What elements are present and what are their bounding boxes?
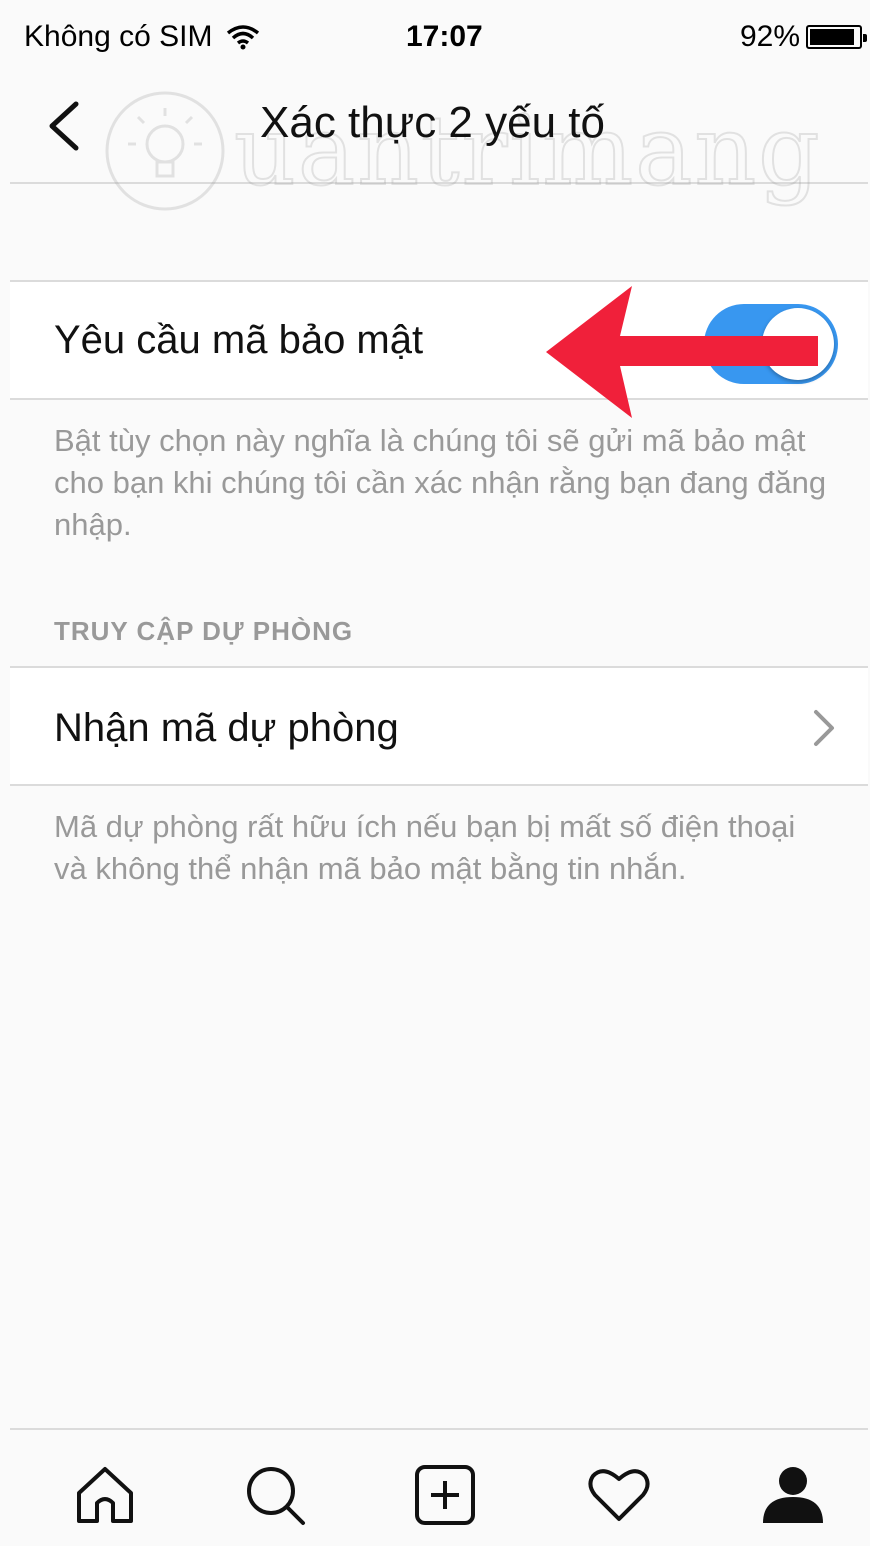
- add-post-icon: [415, 1465, 475, 1525]
- tab-home[interactable]: [70, 1460, 140, 1530]
- wifi-icon: [227, 25, 260, 50]
- battery-tip: [863, 34, 867, 42]
- battery-icon: [806, 25, 867, 49]
- app-screen: Không có SIM 17:07 92% uantrimang Xác th…: [10, 0, 868, 1546]
- section-spacer: [10, 184, 868, 282]
- status-bar: Không có SIM 17:07 92%: [10, 0, 868, 78]
- chevron-right-icon: [814, 710, 834, 746]
- tab-activity[interactable]: [584, 1460, 654, 1530]
- backup-codes-row[interactable]: Nhận mã dự phòng: [10, 666, 868, 786]
- security-code-label: Yêu cầu mã bảo mật: [54, 318, 424, 362]
- backup-codes-description: Mã dự phòng rất hữu ích nếu bạn bị mất s…: [54, 809, 796, 886]
- battery-group: 92%: [739, 20, 867, 54]
- backup-section-header: TRUY CẬP DỰ PHÒNG: [54, 616, 354, 646]
- red-arrow-annotation: [546, 286, 818, 418]
- tab-search[interactable]: [240, 1460, 310, 1530]
- battery-fill: [810, 29, 855, 45]
- search-icon: [247, 1467, 305, 1525]
- nav-bar: uantrimang Xác thực 2 yếu tố: [10, 78, 868, 211]
- backup-codes-label: Nhận mã dự phòng: [54, 706, 399, 750]
- carrier-label: Không có SIM: [24, 20, 213, 53]
- security-code-description: Bật tùy chọn này nghĩa là chúng tôi sẽ g…: [54, 423, 827, 542]
- tab-add-post[interactable]: [410, 1460, 480, 1530]
- heart-icon: [588, 1469, 650, 1521]
- home-icon: [77, 1467, 133, 1523]
- battery-percent: 92%: [739, 20, 800, 53]
- page-title: Xác thực 2 yếu tố: [260, 98, 605, 147]
- status-time: 17:07: [406, 20, 483, 53]
- tab-bar: [10, 1428, 868, 1546]
- back-button[interactable]: [38, 96, 88, 156]
- carrier-group: Không có SIM: [24, 20, 260, 54]
- tab-profile[interactable]: [758, 1460, 828, 1530]
- profile-icon: [763, 1467, 823, 1523]
